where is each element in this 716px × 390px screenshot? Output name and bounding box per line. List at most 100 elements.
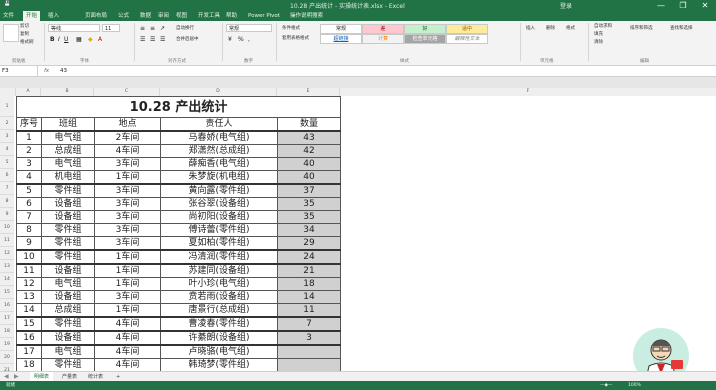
- row-header[interactable]: 19: [0, 338, 14, 351]
- cell-location[interactable]: 3车间: [94, 290, 161, 304]
- cell-team[interactable]: 电气组: [41, 277, 95, 291]
- row-header[interactable]: 2: [0, 117, 14, 130]
- tab-data[interactable]: 数据: [140, 11, 151, 21]
- cell-team[interactable]: 零件组: [41, 249, 95, 265]
- cell-index[interactable]: 2: [16, 144, 42, 158]
- close-button[interactable]: ✕: [694, 0, 716, 11]
- conditional-format-button[interactable]: 条件格式: [282, 25, 300, 32]
- cell-quantity[interactable]: 34: [277, 223, 341, 237]
- cell-quantity[interactable]: 35: [277, 210, 341, 224]
- row-header[interactable]: 1: [0, 96, 14, 117]
- align-top-icon[interactable]: ≡: [140, 25, 145, 32]
- wrap-text-button[interactable]: 自动换行: [176, 25, 194, 32]
- format-as-table-button[interactable]: 套用表格格式: [282, 35, 309, 42]
- select-all-corner[interactable]: [0, 88, 16, 96]
- cell-location[interactable]: 3车间: [94, 197, 161, 211]
- align-center-icon[interactable]: ☰: [150, 36, 155, 43]
- align-middle-icon[interactable]: ≡: [150, 25, 155, 32]
- copy-button[interactable]: 复制: [20, 31, 29, 38]
- row-header[interactable]: 17: [0, 312, 14, 325]
- cell-owner[interactable]: 黄向露(零件组): [160, 183, 278, 198]
- cell-location[interactable]: 4车间: [94, 330, 161, 346]
- bold-icon[interactable]: B: [50, 36, 55, 43]
- cell-team[interactable]: 零件组: [41, 236, 95, 251]
- cell-owner[interactable]: 叶小珍(电气组): [160, 277, 278, 291]
- tab-insert[interactable]: 插入: [48, 11, 59, 21]
- cell-team[interactable]: 电气组: [41, 157, 95, 171]
- header-location[interactable]: 地点: [94, 117, 161, 132]
- delete-cells-button[interactable]: 删除: [546, 25, 555, 32]
- tab-review[interactable]: 审阅: [158, 11, 169, 21]
- underline-icon[interactable]: U: [64, 36, 68, 43]
- find-select-button[interactable]: 查找和选择: [670, 25, 693, 32]
- insert-cells-button[interactable]: 插入: [526, 25, 535, 32]
- style-good[interactable]: 好: [404, 24, 446, 34]
- style-explanatory[interactable]: 解释性文本: [446, 34, 488, 44]
- worksheet-grid[interactable]: 123456789101112131415161718192021 10.28 …: [0, 96, 716, 377]
- row-header[interactable]: 8: [0, 195, 14, 208]
- zoom-slider[interactable]: —◆—: [600, 381, 612, 390]
- align-left-icon[interactable]: ☰: [140, 36, 145, 43]
- row-header[interactable]: 10: [0, 221, 14, 234]
- cell-team[interactable]: 零件组: [41, 358, 95, 372]
- font-color-icon[interactable]: A: [98, 36, 102, 43]
- tab-developer[interactable]: 开发工具: [198, 11, 220, 21]
- style-hyperlink[interactable]: 超链接: [320, 34, 362, 44]
- cell-index[interactable]: 3: [16, 157, 42, 171]
- user-signin[interactable]: 登录: [560, 1, 572, 10]
- row-header[interactable]: 18: [0, 325, 14, 338]
- cell-location[interactable]: 2车间: [94, 130, 161, 145]
- cell-quantity[interactable]: [277, 344, 341, 359]
- sort-filter-button[interactable]: 排序和筛选: [630, 25, 653, 32]
- cell-team[interactable]: 总成组: [41, 303, 95, 318]
- cell-team[interactable]: 设备组: [41, 330, 95, 346]
- cell-index[interactable]: 13: [16, 290, 42, 304]
- border-icon[interactable]: ▦: [76, 36, 82, 43]
- align-right-icon[interactable]: ☰: [160, 36, 165, 43]
- cell-location[interactable]: 4车间: [94, 144, 161, 158]
- cell-index[interactable]: 18: [16, 358, 42, 372]
- cell-quantity[interactable]: 7: [277, 316, 341, 332]
- row-header[interactable]: 20: [0, 351, 14, 364]
- restore-button[interactable]: ❐: [672, 0, 694, 11]
- column-header-c[interactable]: C: [94, 88, 160, 96]
- cell-quantity[interactable]: 35: [277, 197, 341, 211]
- header-quantity[interactable]: 数量: [277, 117, 341, 132]
- cell-owner[interactable]: 尚初阳(设备组): [160, 210, 278, 224]
- row-header[interactable]: 4: [0, 143, 14, 156]
- cell-quantity[interactable]: 21: [277, 263, 341, 278]
- cell-location[interactable]: 4车间: [94, 316, 161, 332]
- cell-index[interactable]: 12: [16, 277, 42, 291]
- column-header-f[interactable]: F: [340, 88, 716, 96]
- row-header[interactable]: 15: [0, 286, 14, 299]
- tab-view[interactable]: 视图: [176, 11, 187, 21]
- cell-owner[interactable]: 郑潇然(总成组): [160, 144, 278, 158]
- cell-team[interactable]: 零件组: [41, 183, 95, 198]
- tell-me-search[interactable]: 操作说明搜索: [290, 11, 323, 21]
- header-owner[interactable]: 责任人: [160, 117, 278, 132]
- cell-quantity[interactable]: 14: [277, 290, 341, 304]
- cell-index[interactable]: 8: [16, 223, 42, 237]
- header-team[interactable]: 班组: [41, 117, 95, 132]
- minimize-button[interactable]: —: [650, 0, 672, 11]
- sheet-title[interactable]: 10.28 产出统计: [16, 96, 341, 118]
- zoom-level[interactable]: 100%: [628, 381, 641, 390]
- style-calculation[interactable]: 计算: [362, 34, 404, 44]
- tab-file[interactable]: 文件: [3, 11, 14, 21]
- cell-location[interactable]: 3车间: [94, 223, 161, 237]
- cell-index[interactable]: 15: [16, 316, 42, 332]
- name-box[interactable]: F3: [0, 66, 38, 76]
- cell-quantity[interactable]: 24: [277, 249, 341, 265]
- cell-team[interactable]: 零件组: [41, 316, 95, 332]
- cell-location[interactable]: 1车间: [94, 263, 161, 278]
- cell-owner[interactable]: 薛痴香(电气组): [160, 157, 278, 171]
- formula-input[interactable]: 43: [60, 66, 67, 76]
- cell-owner[interactable]: 许綦朗(设备组): [160, 330, 278, 346]
- style-normal[interactable]: 常规: [320, 24, 362, 34]
- clear-button[interactable]: 清除: [594, 39, 603, 46]
- cell-index[interactable]: 11: [16, 263, 42, 278]
- cell-quantity[interactable]: 40: [277, 170, 341, 185]
- font-name-select[interactable]: 等线: [48, 24, 100, 32]
- cell-index[interactable]: 10: [16, 249, 42, 265]
- tab-page-layout[interactable]: 页面布局: [85, 11, 107, 21]
